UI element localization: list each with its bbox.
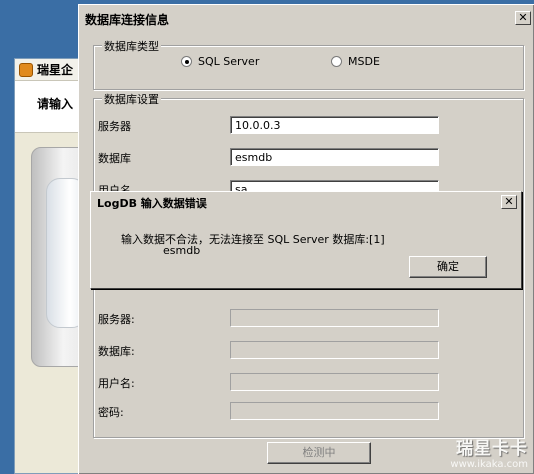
radio-sql-server[interactable] — [181, 56, 192, 67]
database-label-2: 数据库: — [98, 345, 135, 358]
database-label: 数据库 — [98, 152, 131, 165]
server-label: 服务器 — [98, 120, 131, 133]
server-input[interactable]: 10.0.0.3 — [230, 116, 439, 134]
dialog-title: 数据库连接信息 — [85, 13, 170, 27]
radio-msde-label[interactable]: MSDE — [348, 55, 380, 68]
detect-button[interactable]: 检测中 — [267, 442, 371, 464]
error-dialog-titlebar: LogDB 输入数据错误 ✕ — [93, 194, 519, 210]
database-input-2 — [230, 341, 439, 359]
database-input[interactable]: esmdb — [230, 148, 439, 166]
db-type-group-label: 数据库类型 — [102, 38, 161, 54]
server-label-2: 服务器: — [98, 313, 135, 326]
watermark-url: www.ikaka.com — [450, 459, 528, 470]
close-button[interactable]: ✕ — [515, 11, 531, 25]
background-window-title: 瑞星企 — [37, 63, 74, 77]
db-type-group: 数据库类型 SQL Server MSDE — [93, 38, 524, 90]
error-close-button[interactable]: ✕ — [501, 195, 517, 209]
banner-text: 请输入 — [37, 97, 74, 111]
watermark: 瑞星卡卡 www.ikaka.com — [450, 434, 528, 470]
error-message-line1: 输入数据不合法，无法连接至 SQL Server 数据库:[1] — [121, 233, 385, 246]
rising-logo-icon — [19, 63, 33, 77]
ok-button[interactable]: 确定 — [409, 256, 487, 278]
username-label-2: 用户名: — [98, 377, 135, 390]
password-input — [230, 402, 439, 420]
error-dialog-title: LogDB 输入数据错误 — [97, 197, 207, 210]
radio-sql-server-label[interactable]: SQL Server — [198, 55, 259, 68]
watermark-brand: 瑞星卡卡 — [456, 439, 528, 459]
error-message-line2: esmdb — [163, 244, 201, 257]
server-input-2 — [230, 309, 439, 327]
db-settings-group-label: 数据库设置 — [102, 91, 161, 107]
password-label: 密码: — [98, 406, 124, 419]
error-dialog: LogDB 输入数据错误 ✕ 输入数据不合法，无法连接至 SQL Server … — [90, 191, 522, 289]
radio-msde[interactable] — [331, 56, 342, 67]
username-input-2 — [230, 373, 439, 391]
dialog-titlebar: 数据库连接信息 ✕ — [81, 7, 531, 27]
